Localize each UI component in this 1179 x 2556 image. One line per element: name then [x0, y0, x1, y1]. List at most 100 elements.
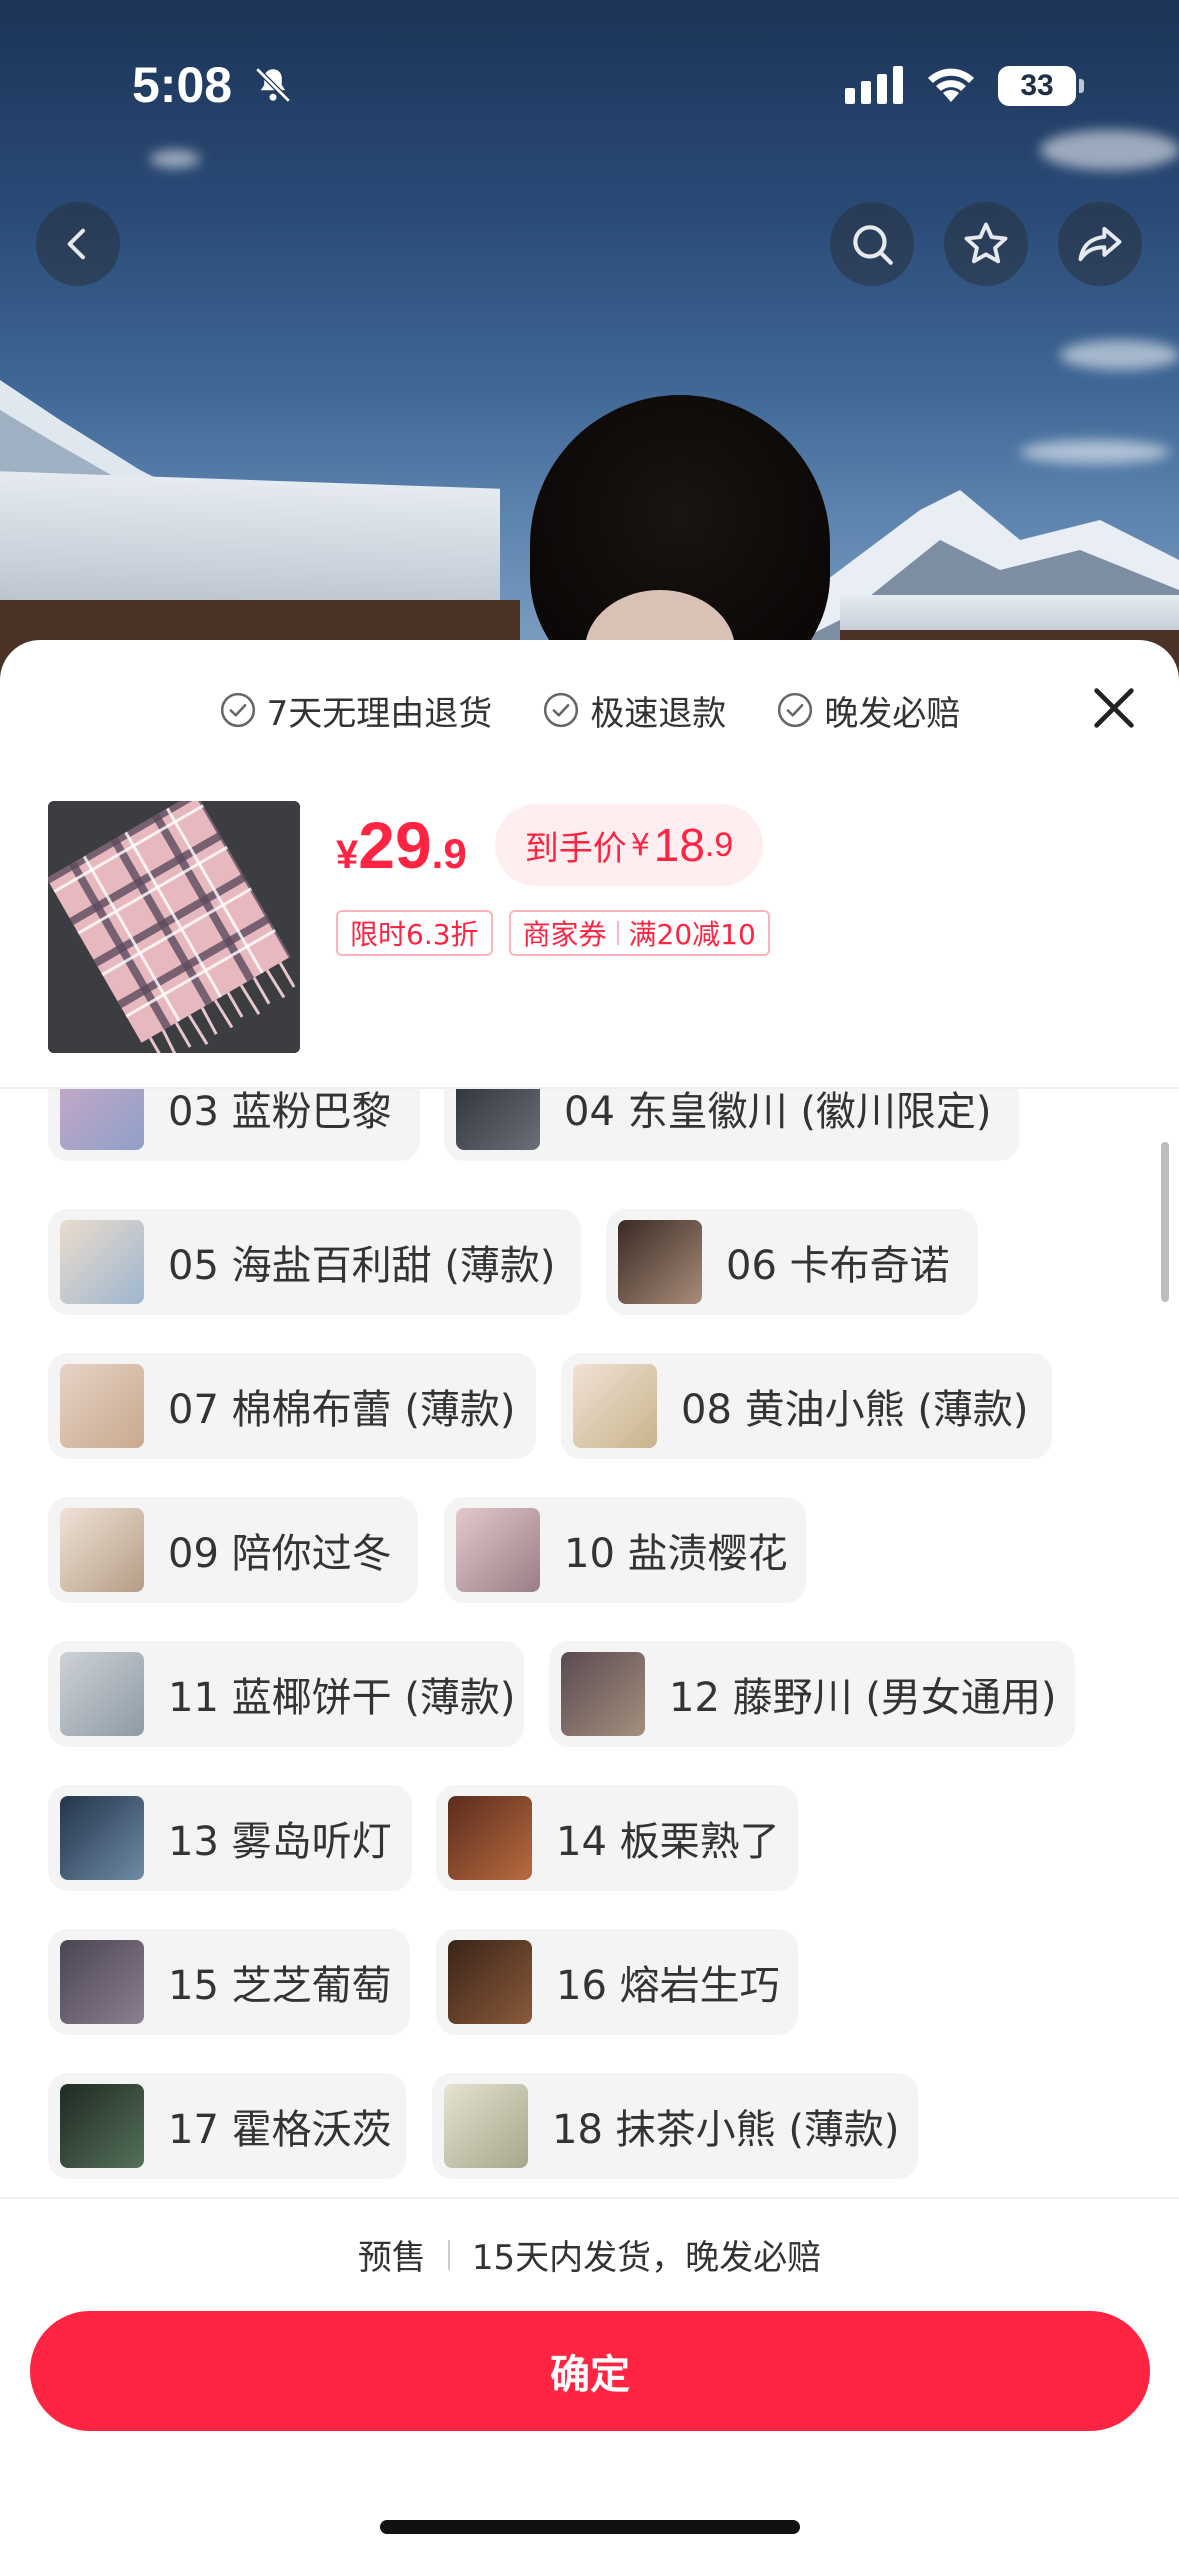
star-icon: [964, 222, 1008, 264]
option-thumbnail: [60, 1508, 144, 1592]
guarantee-label: 极速退款: [590, 693, 727, 734]
price-integer: 29: [358, 808, 432, 882]
promo-tags: 限时6.3折 商家券 满20减10: [336, 910, 770, 956]
option-label: 14 板栗熟了: [556, 1819, 780, 1865]
status-time: 5:08: [132, 57, 233, 113]
option-label: 17 霍格沃茨: [168, 2107, 392, 2153]
option-chip[interactable]: 08 黄油小熊 (薄款): [561, 1353, 1052, 1459]
price: ¥29.9: [336, 807, 467, 883]
option-chip[interactable]: 09 陪你过冬: [48, 1497, 418, 1603]
guarantee-item: 极速退款: [542, 686, 726, 735]
presale-label: 预售: [357, 2238, 426, 2278]
option-chip[interactable]: 04 东皇徽川 (徽川限定): [444, 1089, 1019, 1161]
presale-separator: [447, 2239, 450, 2270]
option-chip[interactable]: 18 抹茶小熊 (薄款): [432, 2073, 918, 2179]
option-thumbnail: [60, 1652, 144, 1736]
option-label: 04 东皇徽川 (徽川限定): [564, 1089, 992, 1135]
option-chip[interactable]: 10 盐渍樱花: [444, 1497, 806, 1603]
coupon-type: 商家券: [522, 918, 607, 951]
option-thumbnail: [60, 1364, 144, 1448]
option-thumbnail: [60, 1220, 144, 1304]
final-currency-symbol: ¥: [630, 827, 650, 863]
option-label: 12 藤野川 (男女通用): [669, 1675, 1057, 1721]
option-label: 18 抹茶小熊 (薄款): [552, 2107, 900, 2153]
option-thumbnail: [444, 2084, 528, 2168]
option-label: 03 蓝粉巴黎: [168, 1089, 392, 1135]
option-label: 11 蓝椰饼干 (薄款): [168, 1675, 516, 1721]
price-row: ¥29.9 到手价 ¥ 18.9: [336, 800, 764, 890]
option-thumbnail: [60, 1796, 144, 1880]
option-label: 08 黄油小熊 (薄款): [681, 1387, 1029, 1433]
price-decimal: .9: [431, 830, 467, 877]
footer-divider: [0, 2197, 1179, 2199]
option-chip[interactable]: 17 霍格沃茨: [48, 2073, 406, 2179]
home-indicator: [380, 2520, 800, 2534]
chevron-left-icon: [67, 228, 85, 260]
guarantee-label: 7天无理由退货: [266, 693, 493, 734]
option-label: 07 棉棉布蕾 (薄款): [168, 1387, 516, 1433]
coupon-tag[interactable]: 商家券 满20减10: [508, 910, 770, 956]
final-price-badge: 到手价 ¥ 18.9: [494, 804, 764, 886]
option-chip[interactable]: 15 芝芝葡萄: [48, 1929, 410, 2035]
option-list[interactable]: 03 蓝粉巴黎 04 东皇徽川 (徽川限定) 05 海盐百利甜 (薄款) 06 …: [0, 1089, 1179, 2197]
battery-icon: 33: [998, 66, 1076, 106]
option-chip[interactable]: 07 棉棉布蕾 (薄款): [48, 1353, 536, 1459]
coupon-divider: [616, 921, 619, 945]
option-thumbnail: [456, 1508, 540, 1592]
product-thumbnail[interactable]: [48, 801, 300, 1053]
final-price-decimal: .9: [704, 825, 734, 864]
final-price-label: 到手价: [524, 828, 627, 869]
shipping-info: 15天内发货，晚发必赔: [471, 2238, 822, 2278]
option-thumbnail: [448, 1796, 532, 1880]
option-label: 16 熔岩生巧: [556, 1963, 780, 2009]
discount-tag: 限时6.3折: [336, 910, 493, 956]
option-chip[interactable]: 03 蓝粉巴黎: [48, 1089, 420, 1161]
option-chip[interactable]: 14 板栗熟了: [436, 1785, 798, 1891]
option-chip[interactable]: 13 雾岛听灯: [48, 1785, 412, 1891]
presale-info: 预售 15天内发货，晚发必赔: [0, 2230, 1179, 2279]
currency-symbol: ¥: [336, 833, 359, 877]
check-circle-icon: [220, 692, 255, 728]
guarantee-item: 晚发必赔: [776, 686, 960, 735]
close-icon[interactable]: [1088, 682, 1140, 734]
back-button[interactable]: [36, 202, 120, 286]
option-chip[interactable]: 11 蓝椰饼干 (薄款): [48, 1641, 524, 1747]
option-label: 06 卡布奇诺: [726, 1243, 950, 1289]
option-chip[interactable]: 06 卡布奇诺: [606, 1209, 978, 1315]
wifi-icon: [925, 64, 977, 108]
share-icon: [1078, 226, 1122, 262]
coupon-condition: 满20减10: [628, 918, 756, 951]
option-label: 10 盐渍樱花: [564, 1531, 788, 1577]
option-thumbnail: [456, 1089, 540, 1150]
option-thumbnail: [60, 1940, 144, 2024]
guarantee-label: 晚发必赔: [824, 693, 961, 734]
option-chip[interactable]: 12 藤野川 (男女通用): [549, 1641, 1075, 1747]
option-label: 05 海盐百利甜 (薄款): [168, 1243, 556, 1289]
option-thumbnail: [573, 1364, 657, 1448]
share-button[interactable]: [1058, 202, 1142, 286]
scrollbar[interactable]: [1161, 1142, 1169, 1302]
search-icon: [853, 225, 893, 265]
option-thumbnail: [618, 1220, 702, 1304]
option-label: 15 芝芝葡萄: [168, 1963, 392, 2009]
option-chip[interactable]: 16 熔岩生巧: [436, 1929, 798, 2035]
check-circle-icon: [778, 692, 813, 728]
guarantee-row: 7天无理由退货 极速退款 晚发必赔: [0, 680, 1179, 740]
option-label: 13 雾岛听灯: [168, 1819, 392, 1865]
confirm-button[interactable]: 确定: [30, 2311, 1150, 2431]
bell-muted-icon: [252, 64, 294, 110]
final-price-integer: 18: [653, 819, 705, 871]
sku-selector-sheet: 7天无理由退货 极速退款 晚发必赔 ¥29.9 到手价 ¥ 18 .9 限时6.…: [0, 640, 1179, 2556]
check-circle-icon: [544, 692, 579, 728]
search-button[interactable]: [830, 202, 914, 286]
cellular-signal-icon: [845, 66, 905, 110]
guarantee-item: 7天无理由退货: [219, 686, 493, 735]
option-thumbnail: [561, 1652, 645, 1736]
favorite-button[interactable]: [944, 202, 1028, 286]
option-thumbnail: [60, 2084, 144, 2168]
option-label: 09 陪你过冬: [168, 1531, 392, 1577]
option-chip[interactable]: 05 海盐百利甜 (薄款): [48, 1209, 581, 1315]
option-thumbnail: [60, 1089, 144, 1150]
option-thumbnail: [448, 1940, 532, 2024]
status-bar: 5:08 33: [0, 0, 1179, 160]
